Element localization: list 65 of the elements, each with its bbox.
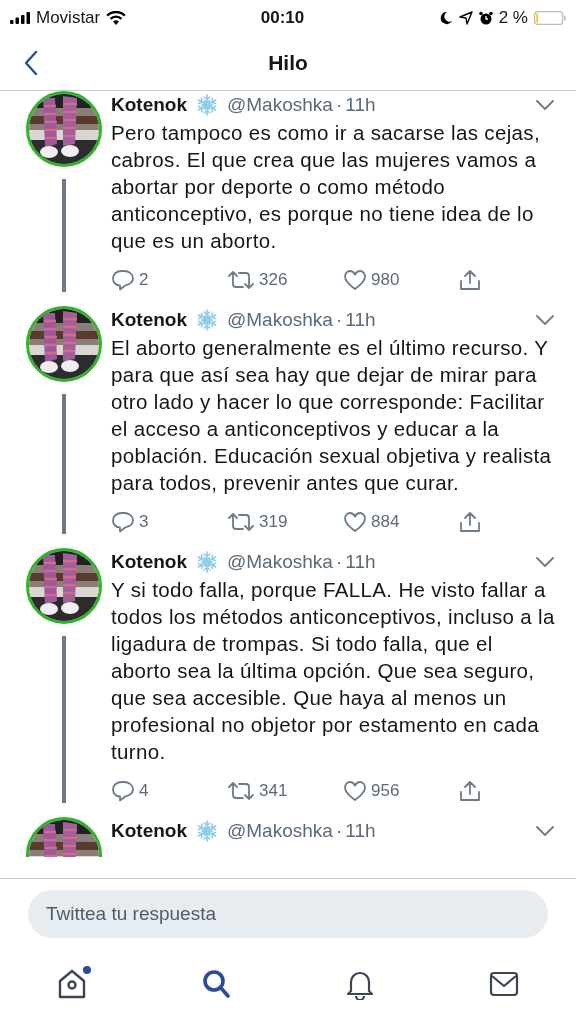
retweet-count: 326 [259,270,288,290]
comment-icon[interactable] [111,511,135,533]
battery-percent: 2 % [498,8,528,28]
separator-dot: · [335,551,343,573]
clock: 00:10 [260,8,305,28]
retweet-icon[interactable] [227,781,255,801]
search-icon [201,968,231,1000]
snowflake-icon [195,819,219,843]
home-icon [57,968,87,1000]
reply-field[interactable]: Twittea tu respuesta [28,890,548,938]
retweet-icon[interactable] [227,270,255,290]
reply-count: 3 [139,512,149,532]
retweet-icon[interactable] [227,512,255,532]
user-name[interactable]: Kotenok [111,309,187,331]
chevron-down-icon[interactable] [536,100,554,110]
page-title: Hilo [268,51,308,75]
user-name[interactable]: Kotenok [111,94,187,116]
like-count: 980 [371,270,400,290]
avatar[interactable] [26,306,102,382]
chevron-down-icon[interactable] [536,826,554,836]
wifi-icon [106,11,127,25]
snowflake-icon [195,308,219,332]
user-handle[interactable]: @Makoshka [227,309,333,331]
user-handle[interactable]: @Makoshka [227,820,333,842]
heart-icon[interactable] [343,780,367,802]
reply-count: 4 [139,781,149,801]
tweet-text: Pero tampoco es como ir a sacarse las cejas, cabros. El que crea que las mujeres vamos a abortar por deporte o como método anticonceptivo, es porque no tiene idea de lo que es un aborto. [111,120,541,254]
separator-dot: · [335,309,343,331]
share-icon[interactable] [459,780,481,802]
alarm-clock-icon [478,11,493,25]
user-handle[interactable]: @Makoshka [227,94,333,116]
heart-icon[interactable] [343,269,367,291]
user-handle[interactable]: @Makoshka [227,551,333,573]
battery-icon [534,11,566,25]
tweet-time: 11h [345,820,376,842]
avatar[interactable] [26,548,102,624]
retweet-count: 319 [259,512,288,532]
location-icon [458,11,473,25]
tweet-text: El aborto generalmente es el último recurso. Y para que así sea hay que dejar de mirar para otro lado y hacer lo que corresponde: Facilitar el acceso a anticonceptivos y educar a la población. Educación sexual objetiva y realista para todos, prevenir antes que curar. [111,335,553,496]
share-icon[interactable] [459,269,481,291]
comment-icon[interactable] [111,269,135,291]
heart-icon[interactable] [343,511,367,533]
signal-icon [10,12,30,24]
carrier-name: Movistar [36,8,101,28]
tweet-text: Y si todo falla, porque FALLA. He visto fallar a todos los métodos anticonceptivos, incluso a la ligadura de trompas. Si todo falla, que el aborto sea la última opción. Que sea seguro, que sea accesible. Que haya al menos un profesional no objetor por estamento en cada turno. [111,577,556,765]
user-name[interactable]: Kotenok [111,551,187,573]
snowflake-icon [195,550,219,574]
snowflake-icon [195,93,219,117]
tweet-time: 11h [345,551,376,573]
chevron-down-icon[interactable] [536,557,554,567]
notification-dot [83,966,91,974]
like-count: 884 [371,512,400,532]
separator-dot: · [335,820,343,842]
retweet-count: 341 [259,781,288,801]
tweet-time: 11h [345,94,376,116]
comment-icon[interactable] [111,780,135,802]
tweet-time: 11h [345,309,376,331]
separator-dot: · [335,94,343,116]
share-icon[interactable] [459,511,481,533]
chevron-down-icon[interactable] [536,315,554,325]
reply-count: 2 [139,270,149,290]
user-name[interactable]: Kotenok [111,820,187,842]
avatar[interactable] [26,91,102,167]
like-count: 956 [371,781,400,801]
moon-icon [438,11,453,25]
